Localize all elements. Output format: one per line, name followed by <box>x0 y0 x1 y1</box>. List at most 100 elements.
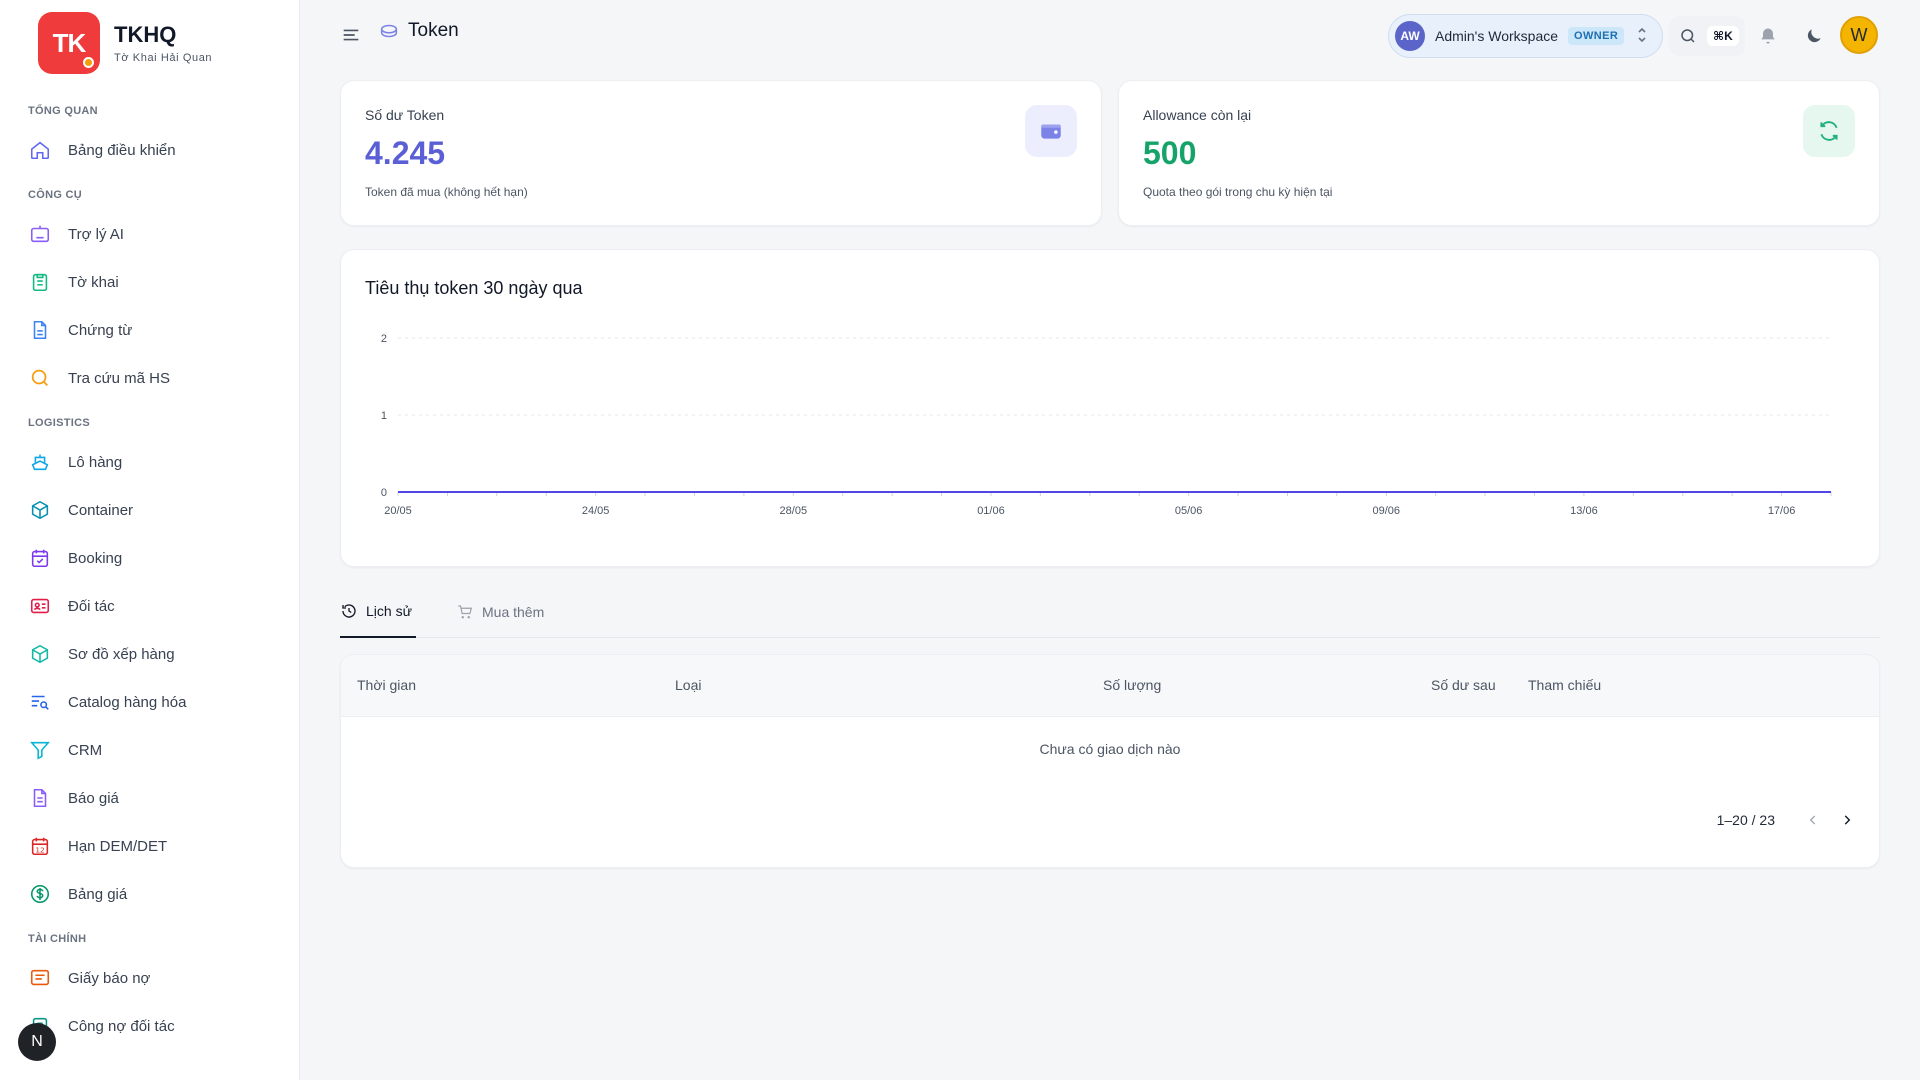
sidebar-item-crm[interactable]: CRM <box>0 726 299 774</box>
notifications-button[interactable] <box>1754 22 1782 50</box>
sidebar-item-label: Chứng từ <box>68 321 133 339</box>
allowance-card: Allowance còn lại 500 Quota theo gói tro… <box>1118 80 1880 226</box>
tabs: Lịch sử Mua thêm <box>340 586 1880 638</box>
sidebar: TK TKHQ Tờ Khai Hải Quan TỔNG QUAN Bảng … <box>0 0 300 1080</box>
clipboard-icon <box>28 270 52 294</box>
sidebar-item-documents[interactable]: Chứng từ <box>0 306 299 354</box>
column-header-time[interactable]: Thời gian <box>357 677 416 693</box>
workspace-switcher[interactable]: AW Admin's Workspace OWNER <box>1388 14 1663 58</box>
sidebar-item-label: Hạn DEM/DET <box>68 837 168 855</box>
search-shortcut: ⌘K <box>1707 26 1739 46</box>
theme-toggle-button[interactable] <box>1800 22 1828 50</box>
prev-page-button[interactable] <box>1799 806 1827 834</box>
x-tick-label: 05/06 <box>1175 505 1203 517</box>
sidebar-item-price-list[interactable]: Bảng giá <box>0 870 299 918</box>
sidebar-item-label: Bảng điều khiển <box>68 141 176 159</box>
tab-label: Mua thêm <box>482 604 545 620</box>
workspace-name: Admin's Workspace <box>1435 28 1559 44</box>
pagination: 1–20 / 23 <box>1717 806 1861 834</box>
sidebar-item-ai-assistant[interactable]: Trợ lý AI <box>0 210 299 258</box>
brand-title: TKHQ <box>114 22 177 47</box>
sidebar-item-label: Tra cứu mã HS <box>68 369 171 387</box>
sidebar-item-label: Catalog hàng hóa <box>68 693 187 711</box>
sidebar-item-label: Booking <box>68 549 123 567</box>
x-tick-label: 09/06 <box>1373 505 1401 517</box>
sidebar-item-catalog[interactable]: Catalog hàng hóa <box>0 678 299 726</box>
token-balance-value: 4.245 <box>365 135 446 171</box>
sidebar-item-label: Lô hàng <box>68 453 123 471</box>
chevron-left-icon <box>1809 815 1816 825</box>
tab-label: Lịch sử <box>366 603 412 619</box>
token-usage-chart-card: Tiêu thụ token 30 ngày qua 0 1 2 20/05 24/05… <box>340 249 1880 567</box>
chevron-right-icon <box>1844 815 1851 825</box>
sidebar-nav: TỔNG QUAN Bảng điều khiển CÔNG CỤ Trợ lý… <box>0 96 299 1050</box>
column-header-balance-after[interactable]: Số dư sau <box>1431 677 1496 693</box>
robot-icon <box>28 222 52 246</box>
allowance-subtitle: Quota theo gói trong chu kỳ hiện tại <box>1143 185 1333 199</box>
sidebar-item-dem-det[interactable]: 12 Hạn DEM/DET <box>0 822 299 870</box>
filter-icon <box>28 738 52 762</box>
sidebar-item-dashboard[interactable]: Bảng điều khiển <box>0 126 299 174</box>
column-header-type[interactable]: Loại <box>675 677 701 693</box>
document-icon <box>28 318 52 342</box>
column-header-amount[interactable]: Số lượng <box>1103 677 1161 693</box>
x-tick-label: 24/05 <box>582 505 610 517</box>
brand-subtitle: Tờ Khai Hải Quan <box>114 52 213 64</box>
cube-icon <box>28 642 52 666</box>
workspace-role-badge: OWNER <box>1568 27 1625 45</box>
refresh-icon <box>1803 105 1855 157</box>
file-text-icon <box>28 786 52 810</box>
tab-history[interactable]: Lịch sử <box>340 586 416 638</box>
pagination-range: 1–20 / 23 <box>1716 812 1775 828</box>
y-tick-label: 0 <box>381 487 387 499</box>
box-icon <box>28 498 52 522</box>
sidebar-item-shipments[interactable]: Lô hàng <box>0 438 299 486</box>
sidebar-item-container[interactable]: Container <box>0 486 299 534</box>
moon-icon <box>1807 29 1821 43</box>
cart-icon <box>456 603 474 621</box>
dollar-circle-icon <box>28 882 52 906</box>
sidebar-item-label: Báo giá <box>68 789 119 807</box>
section-title: CÔNG CỤ <box>28 189 83 201</box>
workspace-avatar: AW <box>1395 21 1425 51</box>
sidebar-item-label: Tờ khai <box>68 273 119 291</box>
logo-dot <box>83 57 94 68</box>
x-tick-label: 13/06 <box>1570 505 1598 517</box>
coins-icon <box>380 24 398 38</box>
sidebar-item-label: Trợ lý AI <box>68 225 124 243</box>
x-tick-label: 20/05 <box>384 505 412 517</box>
menu-toggle-button[interactable] <box>340 24 364 48</box>
floating-n-button[interactable]: N <box>18 1023 56 1061</box>
top-header: Token AW Admin's Workspace OWNER ⌘K W <box>300 0 1920 72</box>
token-balance-card: Số dư Token 4.245 Token đã mua (không hế… <box>340 80 1102 226</box>
section-title: TÀI CHÍNH <box>28 933 87 945</box>
sidebar-item-label: Đối tác <box>68 597 115 615</box>
sidebar-item-declarations[interactable]: Tờ khai <box>0 258 299 306</box>
tab-buy-more[interactable]: Mua thêm <box>456 586 544 638</box>
sidebar-item-partners[interactable]: Đối tác <box>0 582 299 630</box>
column-header-reference[interactable]: Tham chiếu <box>1528 677 1601 693</box>
sidebar-item-debit-notes[interactable]: Giấy báo nợ <box>0 954 299 1002</box>
sidebar-item-booking[interactable]: Booking <box>0 534 299 582</box>
ship-icon <box>28 450 52 474</box>
svg-text:12: 12 <box>35 845 44 854</box>
x-tick-label: 17/06 <box>1768 505 1796 517</box>
token-balance-label: Số dư Token <box>365 107 445 123</box>
sidebar-item-hs-lookup[interactable]: Tra cứu mã HS <box>0 354 299 402</box>
next-page-button[interactable] <box>1833 806 1861 834</box>
allowance-label: Allowance còn lại <box>1143 107 1252 123</box>
message-lines-icon <box>28 966 52 990</box>
menu-icon <box>343 29 359 41</box>
sidebar-item-loading-plan[interactable]: Sơ đồ xếp hàng <box>0 630 299 678</box>
brand[interactable]: TK TKHQ Tờ Khai Hải Quan <box>38 12 212 74</box>
search-button[interactable]: ⌘K <box>1669 16 1745 56</box>
chevron-updown-icon <box>1636 26 1648 46</box>
sidebar-item-label: Container <box>68 501 134 519</box>
page-title: Token <box>378 20 459 42</box>
table-header: Thời gian Loại Số lượng Số dư sau Tham c… <box>341 655 1879 717</box>
sidebar-item-label: Công nợ đối tác <box>68 1017 175 1035</box>
user-avatar[interactable]: W <box>1840 16 1878 54</box>
section-title: LOGISTICS <box>28 417 90 429</box>
sidebar-item-quotes[interactable]: Báo giá <box>0 774 299 822</box>
y-tick-label: 2 <box>381 333 387 345</box>
